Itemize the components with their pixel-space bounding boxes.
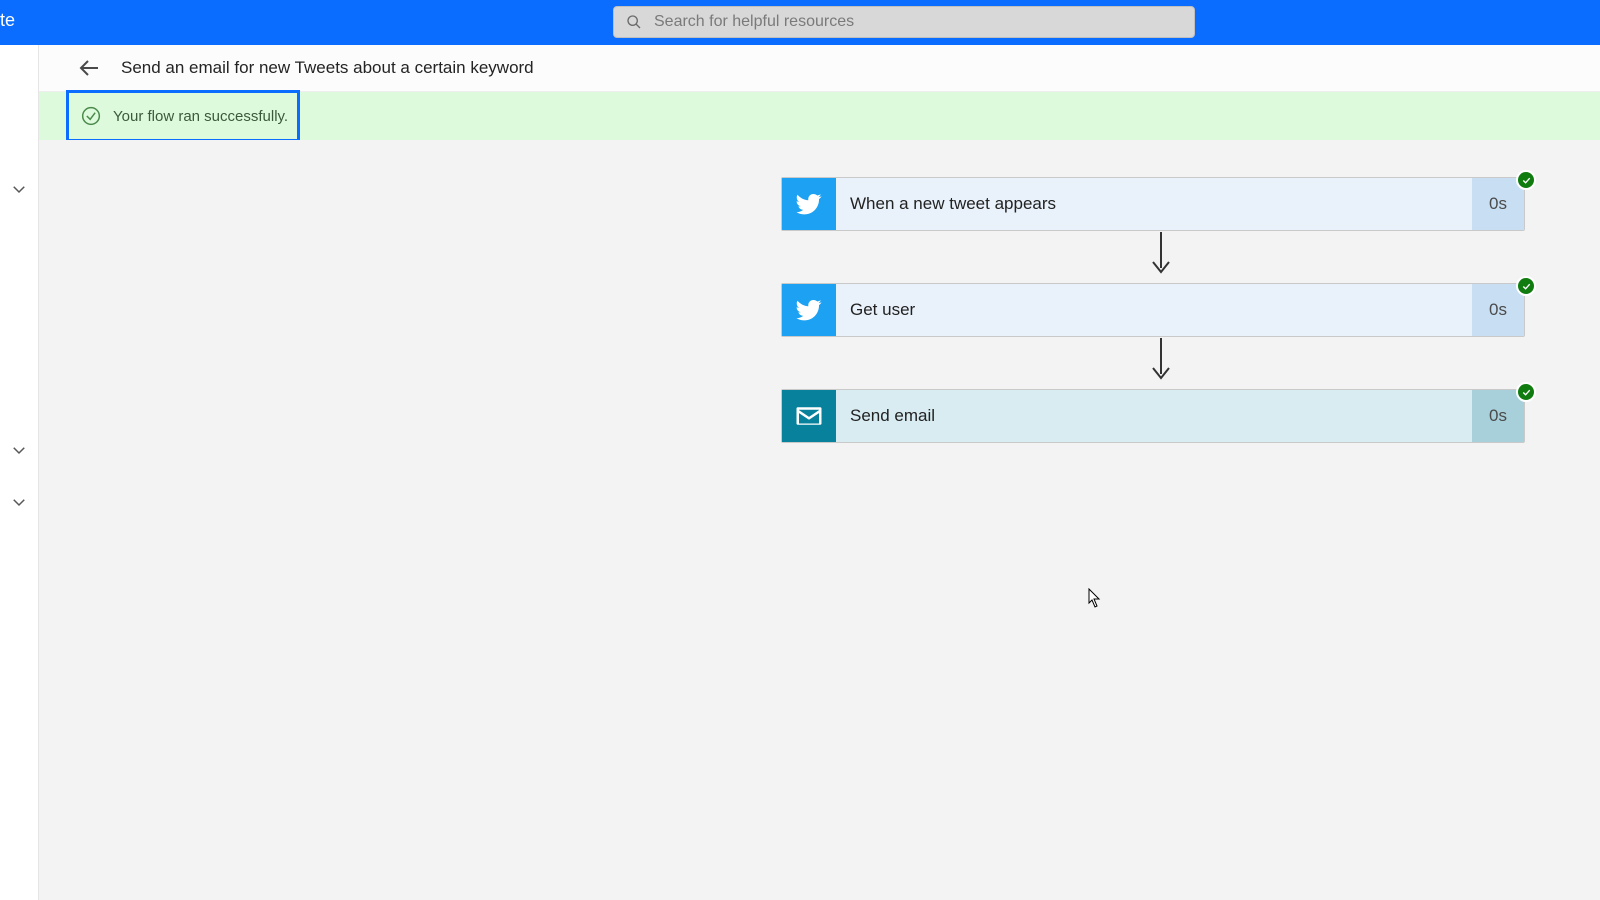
- search-input[interactable]: [652, 12, 1182, 32]
- success-banner: Your flow ran successfully.: [39, 92, 1600, 140]
- back-arrow-icon[interactable]: [77, 56, 101, 80]
- flow-step-get-user[interactable]: Get user 0s: [781, 283, 1525, 337]
- connector-arrow-icon: [1151, 232, 1171, 278]
- page-title: Send an email for new Tweets about a cer…: [121, 58, 534, 78]
- flow-canvas[interactable]: When a new tweet appears 0s Get user 0s …: [39, 140, 1600, 900]
- app-brand-fragment: te: [0, 10, 15, 31]
- chevron-down-icon[interactable]: [10, 493, 28, 511]
- flow-step-duration: 0s: [1472, 284, 1524, 336]
- global-search[interactable]: [613, 6, 1195, 38]
- flow-step-duration: 0s: [1472, 390, 1524, 442]
- chevron-down-icon[interactable]: [10, 441, 28, 459]
- flow-step-label: Send email: [836, 390, 1472, 442]
- flow-step-label: Get user: [836, 284, 1472, 336]
- chevron-down-icon[interactable]: [10, 180, 28, 198]
- flow-step-trigger[interactable]: When a new tweet appears 0s: [781, 177, 1525, 231]
- check-circle-icon: [81, 106, 101, 126]
- twitter-icon: [782, 178, 836, 230]
- connector-arrow-icon: [1151, 338, 1171, 384]
- flow-step-send-email[interactable]: Send email 0s: [781, 389, 1525, 443]
- step-success-badge: [1516, 382, 1536, 402]
- step-success-badge: [1516, 276, 1536, 296]
- left-rail: [0, 45, 39, 900]
- breadcrumb: Send an email for new Tweets about a cer…: [39, 45, 1600, 92]
- flow-step-label: When a new tweet appears: [836, 178, 1472, 230]
- step-success-badge: [1516, 170, 1536, 190]
- success-banner-text: Your flow ran successfully.: [113, 108, 288, 125]
- search-icon: [626, 14, 642, 30]
- email-icon: [782, 390, 836, 442]
- app-bar: te: [0, 0, 1600, 45]
- twitter-icon: [782, 284, 836, 336]
- flow-step-duration: 0s: [1472, 178, 1524, 230]
